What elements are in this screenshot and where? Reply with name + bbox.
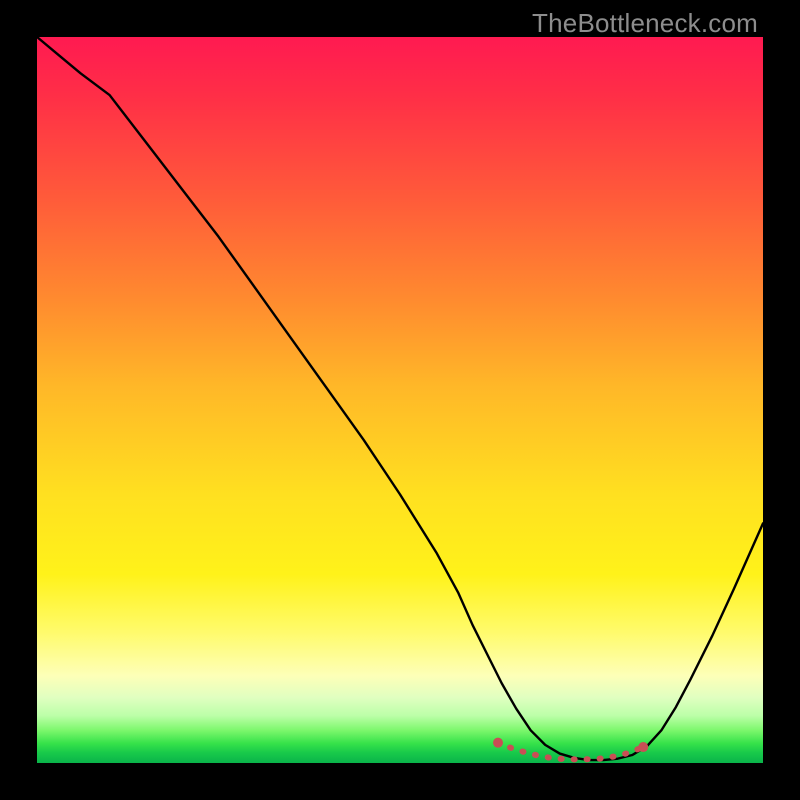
chart-frame: TheBottleneck.com [0,0,800,800]
optimal-range-endpoint [493,738,503,748]
bottleneck-curve [37,37,763,760]
attribution-watermark: TheBottleneck.com [532,8,758,39]
plot-area [37,37,763,763]
bottleneck-curve-svg [37,37,763,763]
optimal-range-endpoint [638,742,648,752]
